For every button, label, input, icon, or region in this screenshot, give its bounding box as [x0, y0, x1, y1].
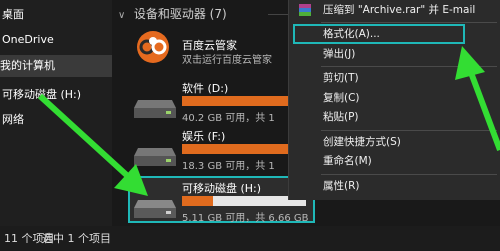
menu-item-label: 粘贴(P) [323, 111, 359, 123]
menu-item-label: 压缩到 "Archive.rar" 并 E-mail [323, 4, 476, 16]
menu-item-properties[interactable]: 属性(R) [289, 177, 500, 196]
menu-item-paste[interactable]: 粘贴(P) [289, 108, 500, 127]
removable-drive-icon [134, 200, 176, 218]
menu-item-label: 剪切(T) [323, 72, 359, 84]
menu-item-cut[interactable]: 剪切(T) [289, 69, 500, 88]
winrar-icon [299, 4, 311, 16]
menu-separator [321, 66, 497, 67]
nav-item-label: 可移动磁盘 (H:) [2, 88, 82, 101]
status-selected-count: 选中 1 个项目 [42, 232, 111, 245]
drive-usage-fill [182, 196, 213, 206]
menu-item-label: 复制(C) [323, 92, 360, 104]
baidu-cloud-icon [137, 31, 169, 63]
menu-item-rename[interactable]: 重命名(M) [289, 152, 500, 171]
nav-item-desktop[interactable]: 桌面 [0, 4, 112, 26]
hard-drive-icon [134, 148, 176, 166]
drive-name: 可移动磁盘 (H:) [182, 182, 262, 195]
menu-separator [321, 174, 497, 175]
menu-item-create-shortcut[interactable]: 创建快捷方式(S) [289, 133, 500, 152]
navigation-pane: 桌面 OneDrive 我的计算机 可移动磁盘 (H:) 网络 [0, 0, 112, 226]
status-bar: 11 个项目 选中 1 个项目 [0, 226, 500, 251]
hard-drive-icon [134, 100, 176, 118]
format-menu-highlight [293, 24, 465, 44]
menu-item-copy[interactable]: 复制(C) [289, 89, 500, 108]
nav-item-label: 桌面 [2, 8, 24, 21]
menu-item-eject[interactable]: 弹出(J) [289, 45, 500, 64]
nav-item-onedrive[interactable]: OneDrive [0, 29, 112, 51]
drive-info: 40.2 GB 可用，共 1 [182, 113, 275, 124]
nav-item-label: 我的计算机 [0, 59, 55, 72]
menu-item-label: 重命名(M) [323, 155, 372, 167]
menu-item-label: 属性(R) [323, 180, 360, 192]
drive-info: 双击运行百度云管家 [182, 55, 272, 66]
nav-item-removable-disk[interactable]: 可移动磁盘 (H:) [0, 84, 112, 106]
group-header-devices[interactable]: ∨ 设备和驱动器 (7) [118, 5, 227, 22]
drive-info: 5.11 GB 可用，共 6.66 GB [182, 213, 309, 224]
menu-item-label: 创建快捷方式(S) [323, 136, 401, 148]
group-title: 设备和驱动器 (7) [133, 7, 227, 21]
nav-item-label: OneDrive [2, 33, 54, 46]
drive-info: 18.3 GB 可用，共 1 [182, 161, 275, 172]
menu-separator [321, 22, 497, 23]
drive-name: 娱乐 (F:) [182, 130, 226, 143]
nav-item-network[interactable]: 网络 [0, 109, 112, 131]
nav-item-label: 网络 [2, 113, 24, 126]
nav-item-this-pc[interactable]: 我的计算机 [0, 55, 112, 77]
chevron-down-icon: ∨ [118, 10, 126, 21]
menu-item-label: 弹出(J) [323, 48, 356, 60]
menu-item-compress-email[interactable]: 压缩到 "Archive.rar" 并 E-mail [289, 1, 500, 20]
drive-name: 软件 (D:) [182, 82, 229, 95]
menu-separator [321, 130, 497, 131]
